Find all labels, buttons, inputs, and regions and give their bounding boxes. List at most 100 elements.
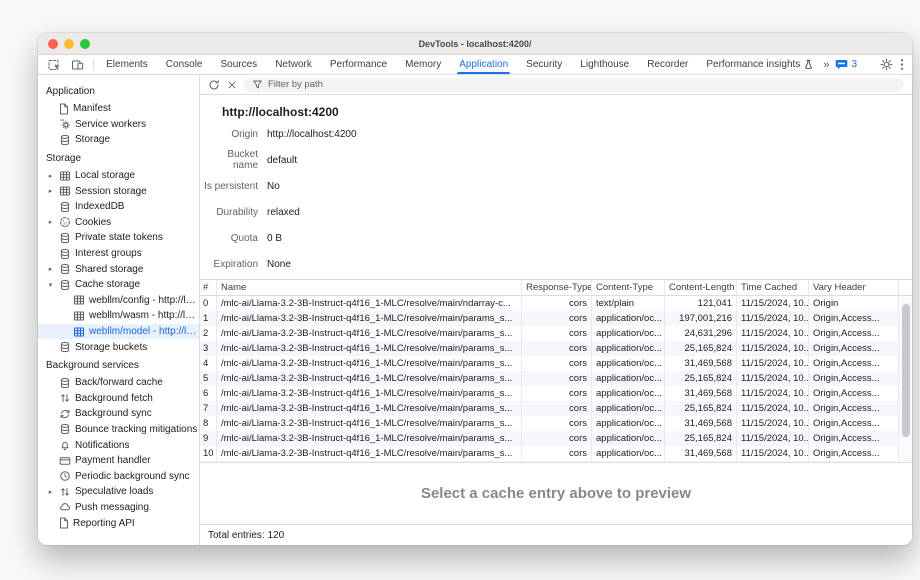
table-row[interactable]: 5/mlc-ai/Llama-3.2-3B-Instruct-q4f16_1-M… xyxy=(200,371,912,386)
more-panels-button[interactable]: » xyxy=(823,59,828,71)
vertical-scrollbar[interactable] xyxy=(898,297,912,462)
collapsed-arrow-icon[interactable]: ▸ xyxy=(46,488,55,496)
tab-performance[interactable]: Performance xyxy=(321,55,396,74)
tab-performance-insights[interactable]: Performance insights xyxy=(697,55,823,74)
tab-application[interactable]: Application xyxy=(450,55,517,74)
column-header-[interactable]: # xyxy=(200,280,216,295)
cell-name: /mlc-ai/Llama-3.2-3B-Instruct-q4f16_1-ML… xyxy=(216,446,521,461)
tab-memory[interactable]: Memory xyxy=(396,55,450,74)
issues-button[interactable]: 3 xyxy=(835,59,857,70)
sidebar-item-cache-storage[interactable]: ▾Cache storage xyxy=(38,277,199,293)
cell-time_cached: 11/15/2024, 10... xyxy=(736,461,808,463)
tab-elements[interactable]: Elements xyxy=(97,55,157,74)
sidebar-item-periodic-background-sync[interactable]: Periodic background sync xyxy=(38,468,199,484)
meta-label: Quota xyxy=(200,233,258,244)
collapsed-arrow-icon[interactable]: ▸ xyxy=(46,187,55,195)
column-header-content-type[interactable]: Content-Type xyxy=(591,280,664,295)
document-icon xyxy=(59,517,69,529)
table-row[interactable]: 3/mlc-ai/Llama-3.2-3B-Instruct-q4f16_1-M… xyxy=(200,341,912,356)
tab-lighthouse[interactable]: Lighthouse xyxy=(571,55,638,74)
cell-num: 2 xyxy=(200,326,216,341)
table-row[interactable]: 7/mlc-ai/Llama-3.2-3B-Instruct-q4f16_1-M… xyxy=(200,401,912,416)
sidebar-item-shared-storage[interactable]: ▸Shared storage xyxy=(38,261,199,277)
delete-selected-icon[interactable] xyxy=(227,80,237,90)
column-header-vary-header[interactable]: Vary Header xyxy=(808,280,898,295)
sidebar-item-manifest[interactable]: Manifest xyxy=(38,101,199,117)
collapsed-arrow-icon[interactable]: ▸ xyxy=(46,172,55,180)
collapsed-arrow-icon[interactable]: ▸ xyxy=(46,265,55,273)
table-row[interactable]: 2/mlc-ai/Llama-3.2-3B-Instruct-q4f16_1-M… xyxy=(200,326,912,341)
cell-num: 11 xyxy=(200,461,216,463)
column-header-response-type[interactable]: Response-Type xyxy=(521,280,591,295)
updown-icon xyxy=(59,486,71,498)
sidebar-item-push-messaging[interactable]: Push messaging xyxy=(38,500,199,516)
table-row[interactable]: 0/mlc-ai/Llama-3.2-3B-Instruct-q4f16_1-M… xyxy=(200,296,912,311)
sidebar-item-session-storage[interactable]: ▸ Session storage xyxy=(38,183,199,199)
expanded-arrow-icon[interactable]: ▾ xyxy=(46,281,55,289)
sidebar-item-local-storage[interactable]: ▸Local storage xyxy=(38,168,199,184)
scrollbar-thumb[interactable] xyxy=(902,304,910,437)
table-row[interactable]: 9/mlc-ai/Llama-3.2-3B-Instruct-q4f16_1-M… xyxy=(200,431,912,446)
sidebar-item-storage-buckets[interactable]: Storage buckets xyxy=(38,339,199,355)
settings-gear-icon[interactable] xyxy=(880,58,893,71)
tab-label: Recorder xyxy=(647,59,688,70)
minimize-window-button[interactable] xyxy=(64,39,74,49)
sidebar-item-label: Storage xyxy=(75,134,110,145)
device-toolbar-icon[interactable] xyxy=(66,55,89,74)
sidebar-item-back-forward-cache[interactable]: Back/forward cache xyxy=(38,375,199,391)
issues-bubble-icon xyxy=(835,59,848,70)
cell-content_length: 25,165,824 xyxy=(664,401,736,416)
kebab-menu-icon[interactable] xyxy=(900,58,904,71)
sidebar-item-cookies[interactable]: ▸Cookies xyxy=(38,215,199,231)
table-row[interactable]: 6/mlc-ai/Llama-3.2-3B-Instruct-q4f16_1-M… xyxy=(200,386,912,401)
sidebar-item-webllm-config-http-loc[interactable]: webllm/config - http://loc... xyxy=(38,293,199,309)
collapsed-arrow-icon[interactable]: ▸ xyxy=(46,218,55,226)
cell-name: /mlc-ai/Llama-3.2-3B-Instruct-q4f16_1-ML… xyxy=(216,416,521,431)
table-row[interactable]: 4/mlc-ai/Llama-3.2-3B-Instruct-q4f16_1-M… xyxy=(200,356,912,371)
flask-icon xyxy=(803,59,814,70)
table-row[interactable]: 10/mlc-ai/Llama-3.2-3B-Instruct-q4f16_1-… xyxy=(200,446,912,461)
column-header-name[interactable]: Name xyxy=(216,280,521,295)
refresh-icon[interactable] xyxy=(208,79,220,91)
sidebar-item-interest-groups[interactable]: Interest groups xyxy=(38,246,199,262)
sidebar-item-speculative-loads[interactable]: ▸Speculative loads xyxy=(38,484,199,500)
zoom-window-button[interactable] xyxy=(80,39,90,49)
cell-time_cached: 11/15/2024, 10... xyxy=(736,326,808,341)
sidebar-item-label: Back/forward cache xyxy=(75,377,163,388)
tab-network[interactable]: Network xyxy=(266,55,321,74)
sidebar-item-storage[interactable]: Storage xyxy=(38,132,199,148)
tab-sources[interactable]: Sources xyxy=(212,55,267,74)
sidebar-item-background-fetch[interactable]: Background fetch xyxy=(38,391,199,407)
close-window-button[interactable] xyxy=(48,39,58,49)
sidebar-item-label: IndexedDB xyxy=(75,201,124,212)
sidebar-item-webllm-model-http-loc[interactable]: webllm/model - http://loc... xyxy=(38,324,199,340)
cell-response_type: cors xyxy=(521,386,591,401)
sidebar-item-payment-handler[interactable]: Payment handler xyxy=(38,453,199,469)
meta-label: Origin xyxy=(200,129,258,140)
sidebar-item-label: webllm/model - http://loc... xyxy=(89,326,199,337)
sidebar-item-webllm-wasm-http-loca[interactable]: webllm/wasm - http://loca... xyxy=(38,308,199,324)
table-row[interactable]: 1/mlc-ai/Llama-3.2-3B-Instruct-q4f16_1-M… xyxy=(200,311,912,326)
sidebar-item-reporting-api[interactable]: Reporting API xyxy=(38,515,199,531)
inspect-element-icon[interactable] xyxy=(43,55,66,74)
table-row[interactable]: 11/mlc-ai/Llama-3.2-3B-Instruct-q4f16_1-… xyxy=(200,461,912,463)
tab-security[interactable]: Security xyxy=(517,55,571,74)
filter-funnel-icon xyxy=(252,79,263,90)
tab-console[interactable]: Console xyxy=(157,55,212,74)
sidebar-item-service-workers[interactable]: Service workers xyxy=(38,117,199,133)
sidebar-item-label: Session storage xyxy=(75,186,147,197)
tab-recorder[interactable]: Recorder xyxy=(638,55,697,74)
column-header-time-cached[interactable]: Time Cached xyxy=(736,280,808,295)
title-bar: DevTools - localhost:4200/ xyxy=(38,33,912,55)
sidebar-item-label: webllm/config - http://loc... xyxy=(89,295,199,306)
sidebar-item-private-state-tokens[interactable]: Private state tokens xyxy=(38,230,199,246)
sidebar-item-indexeddb[interactable]: IndexedDB xyxy=(38,199,199,215)
table-body: 0/mlc-ai/Llama-3.2-3B-Instruct-q4f16_1-M… xyxy=(200,296,912,463)
column-header-content-length[interactable]: Content-Length xyxy=(664,280,736,295)
table-row[interactable]: 8/mlc-ai/Llama-3.2-3B-Instruct-q4f16_1-M… xyxy=(200,416,912,431)
sidebar-item-bounce-tracking-mitigations[interactable]: Bounce tracking mitigations xyxy=(38,422,199,438)
filter-by-path-input[interactable]: Filter by path xyxy=(244,78,904,92)
sidebar-item-background-sync[interactable]: Background sync xyxy=(38,406,199,422)
sidebar-item-notifications[interactable]: Notifications xyxy=(38,437,199,453)
cell-response_type: cors xyxy=(521,296,591,311)
